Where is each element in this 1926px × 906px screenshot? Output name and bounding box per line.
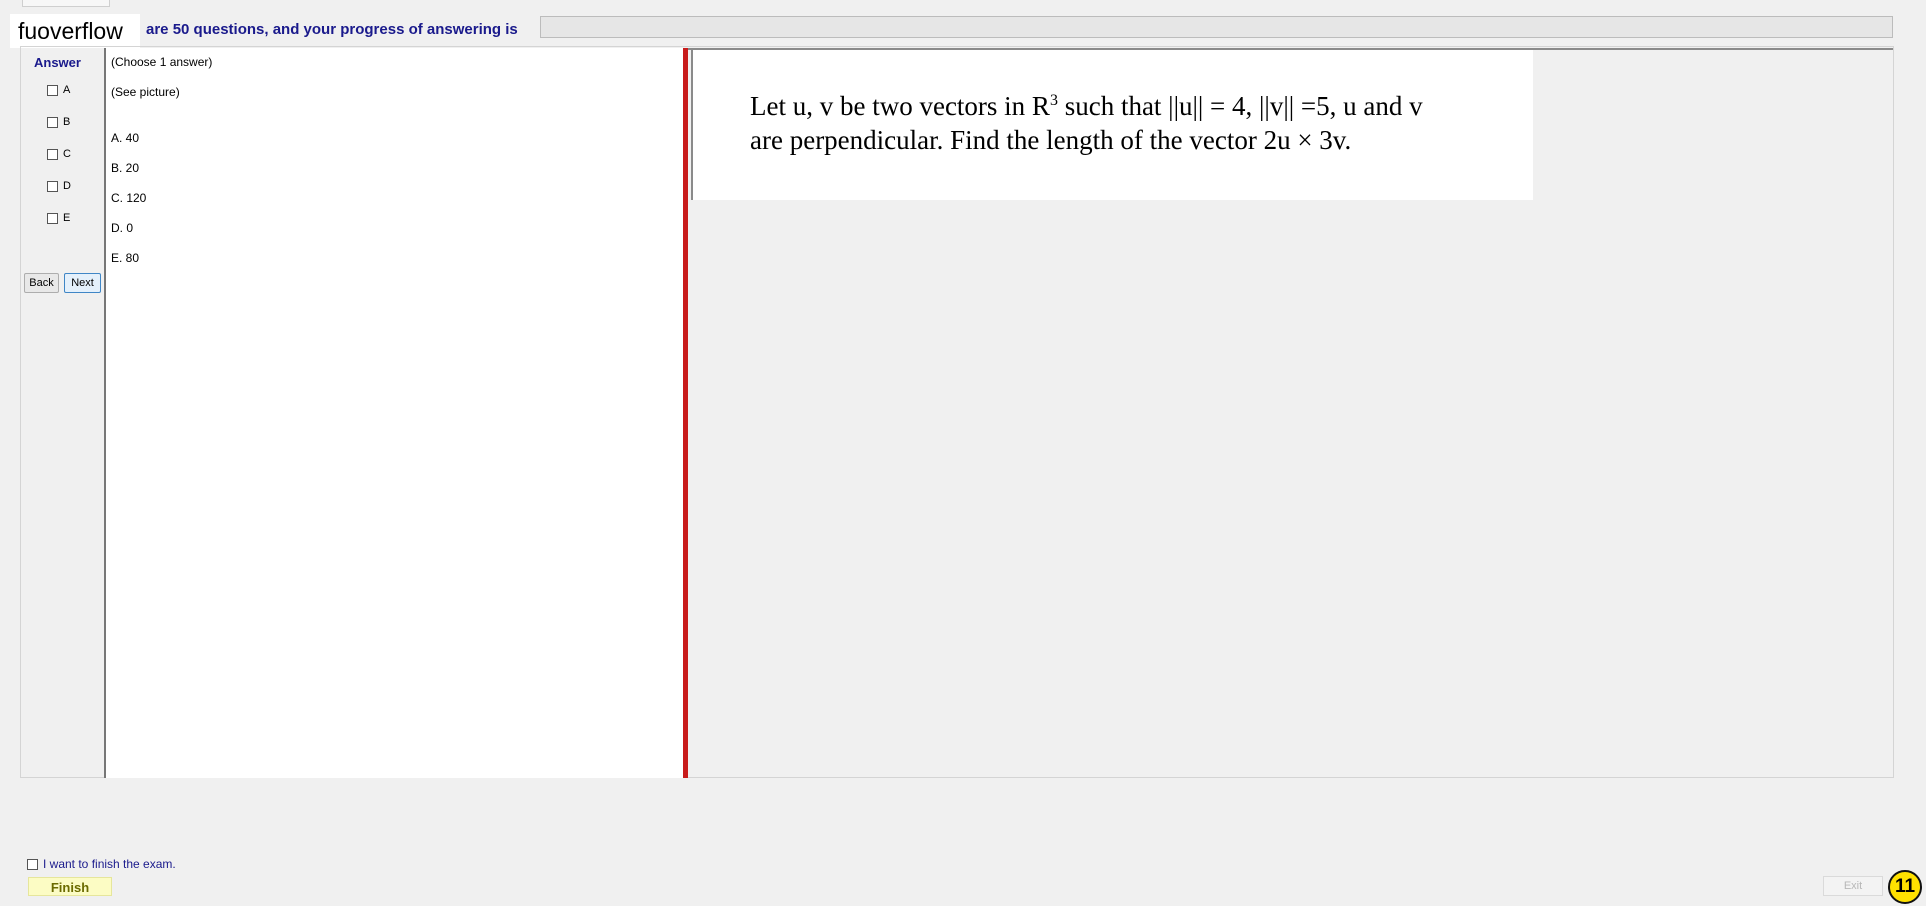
picture-line-2: are perpendicular. Find the length of th… [750, 125, 1352, 155]
finish-checkbox[interactable] [27, 858, 38, 870]
answer-option-label: C [63, 148, 71, 160]
answer-option-b[interactable]: B [47, 116, 70, 128]
superscript: 3 [1049, 92, 1058, 109]
top-tab [22, 0, 110, 7]
answer-option-d[interactable]: D [47, 180, 71, 192]
finish-confirm-label: I want to finish the exam. [43, 857, 176, 871]
choice-a: A. 40 [111, 131, 140, 145]
answer-option-e[interactable]: E [47, 212, 70, 224]
checkbox-e[interactable] [47, 212, 58, 224]
progress-label: are 50 questions, and your progress of a… [146, 21, 518, 38]
checkbox-b[interactable] [47, 116, 58, 128]
answer-option-label: B [63, 116, 71, 128]
exit-button[interactable]: Exit [1823, 876, 1883, 896]
choice-b: B. 20 [111, 161, 140, 175]
answer-option-label: E [63, 212, 71, 224]
choice-e: E. 80 [111, 251, 140, 265]
next-button[interactable]: Next [64, 273, 101, 293]
question-instruction: (Choose 1 answer) [111, 55, 213, 69]
picture-line-1: Let u, v be two vectors in R3 such that … [750, 91, 1423, 121]
question-picture-text: Let u, v be two vectors in R3 such that … [750, 84, 1510, 157]
progress-bar [540, 16, 1893, 38]
back-button[interactable]: Back [24, 273, 59, 293]
question-panel [104, 48, 686, 778]
panel-splitter[interactable] [683, 48, 688, 778]
answer-option-label: D [63, 180, 71, 192]
finish-button[interactable]: Finish [28, 877, 112, 896]
answer-option-label: A [63, 84, 71, 96]
checkbox-a[interactable] [47, 84, 58, 96]
choice-c: C. 120 [111, 191, 147, 205]
finish-confirm[interactable]: I want to finish the exam. [27, 857, 176, 871]
answer-option-c[interactable]: C [47, 148, 71, 160]
checkbox-d[interactable] [47, 180, 58, 192]
question-count-badge: 11 [1888, 870, 1922, 904]
answer-title: Answer [34, 55, 81, 70]
choice-d: D. 0 [111, 221, 134, 235]
question-note: (See picture) [111, 85, 180, 99]
answer-option-a[interactable]: A [47, 84, 70, 96]
brand-logo: fuoverflow [10, 14, 140, 48]
checkbox-c[interactable] [47, 148, 58, 160]
